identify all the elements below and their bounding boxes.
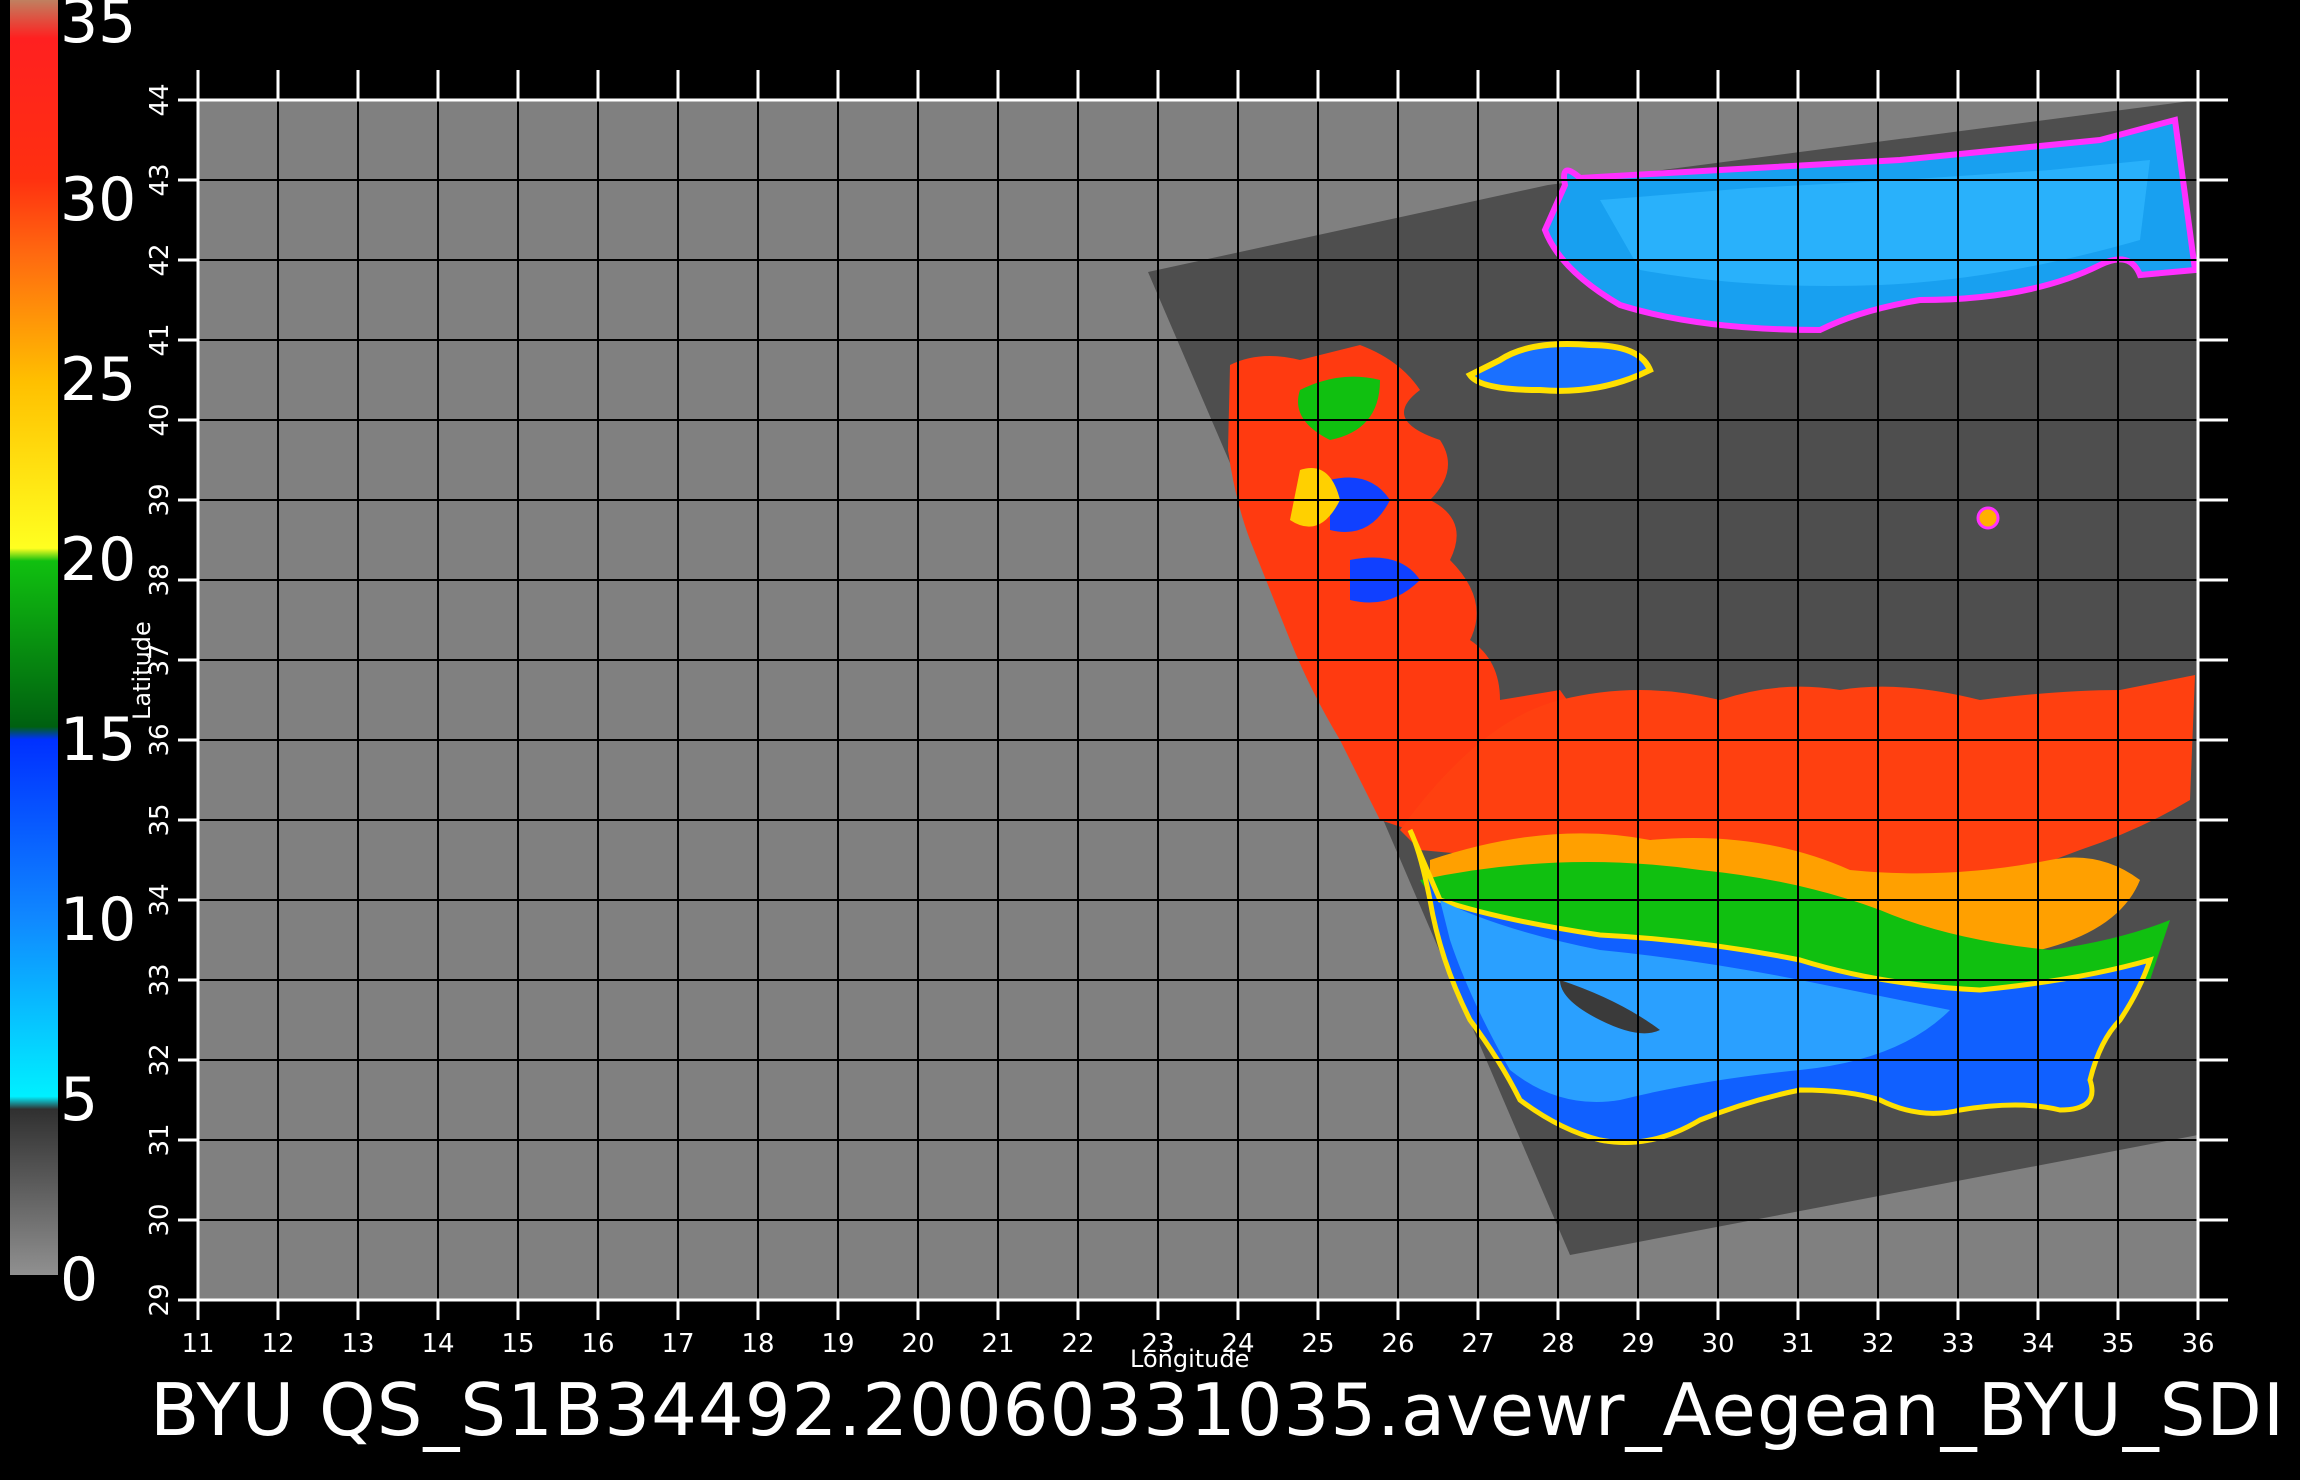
product-title: BYU QS_S1B34492.20060331035.avewr_Aegean… [150, 1368, 2286, 1452]
lon-tick-label: 34 [2021, 1329, 2054, 1359]
lat-tick-label: 36 [145, 723, 175, 756]
lat-tick-label: 31 [145, 1123, 175, 1156]
lon-tick-label: 29 [1621, 1329, 1654, 1359]
lon-tick-label: 15 [501, 1329, 534, 1359]
lon-tick-label: 16 [581, 1329, 614, 1359]
lon-tick-label: 22 [1061, 1329, 1094, 1359]
lat-tick-label: 39 [145, 483, 175, 516]
lat-tick-label: 32 [145, 1043, 175, 1076]
lon-tick-label: 12 [261, 1329, 294, 1359]
lon-tick-label: 11 [181, 1329, 214, 1359]
lon-tick-label: 36 [2181, 1329, 2214, 1359]
lon-tick-label: 25 [1301, 1329, 1334, 1359]
lon-tick-label: 31 [1781, 1329, 1814, 1359]
lat-tick-label: 33 [145, 963, 175, 996]
lon-tick-label: 30 [1701, 1329, 1734, 1359]
y-axis-label: Latitude [128, 621, 156, 720]
wind-map: 11 12 13 14 15 16 17 18 19 20 21 22 23 24 25 26 27 28 29 30… [145, 70, 2228, 1359]
lon-tick-label: 26 [1381, 1329, 1414, 1359]
lon-tick-label: 27 [1461, 1329, 1494, 1359]
lat-tick-label: 35 [145, 803, 175, 836]
lon-tick-label: 14 [421, 1329, 454, 1359]
lat-tick-label: 40 [145, 403, 175, 436]
lon-tick-label: 20 [901, 1329, 934, 1359]
lat-tick-label: 41 [145, 323, 175, 356]
lon-tick-label: 33 [1941, 1329, 1974, 1359]
lat-tick-label: 42 [145, 243, 175, 276]
lat-tick-label: 43 [145, 163, 175, 196]
lon-tick-label: 35 [2101, 1329, 2134, 1359]
lat-tick-label: 44 [145, 83, 175, 116]
lon-tick-label: 21 [981, 1329, 1014, 1359]
lat-tick-label: 34 [145, 883, 175, 916]
lat-tick-label: 30 [145, 1203, 175, 1236]
lon-tick-label: 17 [661, 1329, 694, 1359]
lon-tick-label: 19 [821, 1329, 854, 1359]
island-speckle [1976, 506, 2000, 530]
lon-tick-label: 18 [741, 1329, 774, 1359]
lon-tick-label: 32 [1861, 1329, 1894, 1359]
lon-tick-label: 13 [341, 1329, 374, 1359]
lat-tick-label: 29 [145, 1283, 175, 1316]
lon-tick-label: 28 [1541, 1329, 1574, 1359]
lat-tick-label: 38 [145, 563, 175, 596]
